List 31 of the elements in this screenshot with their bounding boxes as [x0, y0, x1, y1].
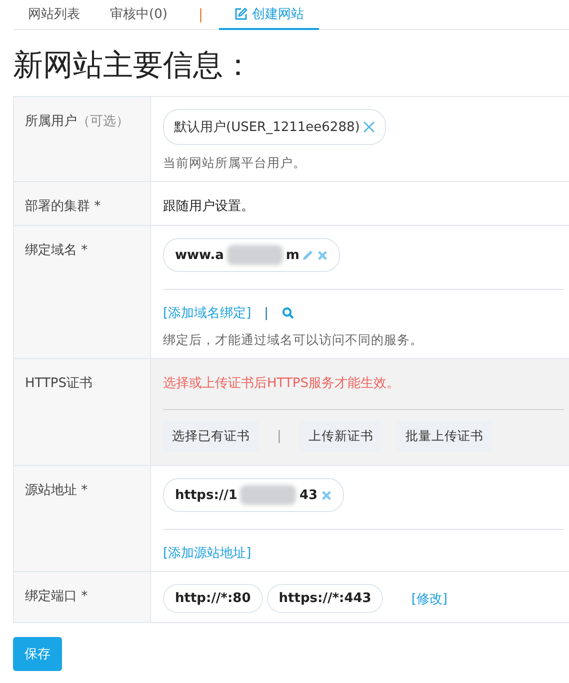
tab-separator: |: [197, 6, 204, 22]
field-value: 跟随用户设置。: [163, 198, 255, 215]
tab[interactable]: 审核中(0): [95, 0, 182, 30]
page-title: 新网站主要信息：: [13, 47, 254, 85]
warning-text: 选择或上传证书后HTTPS服务才能生效。: [163, 375, 401, 392]
optional-hint: （可选）: [77, 114, 129, 129]
label-text: 所属用户: [25, 114, 77, 129]
address-tag: www.a m: [163, 238, 340, 272]
address-tag: https://1 43: [163, 478, 344, 512]
port-tag: https://*:443: [266, 584, 384, 613]
link-separator: |: [264, 306, 269, 320]
remove-icon[interactable]: [362, 121, 375, 133]
label-text: 部署的集群 *: [25, 199, 101, 214]
label-text: 绑定域名 *: [25, 243, 88, 258]
edit-icon: [234, 6, 248, 20]
remove-icon[interactable]: [320, 490, 332, 500]
certificate-button[interactable]: 批量上传证书: [396, 421, 492, 452]
help-text: 绑定后，才能通过域名可以访问不同的服务。: [163, 332, 424, 349]
pencil-icon[interactable]: [302, 249, 314, 261]
label-text: 源站地址 *: [25, 483, 88, 498]
certificate-button[interactable]: 选择已有证书: [163, 421, 259, 452]
remove-icon[interactable]: [317, 250, 328, 260]
port-tag: http://*:80: [163, 584, 263, 613]
label-text: 绑定端口 *: [25, 589, 88, 604]
tab[interactable]: 网站列表: [13, 0, 95, 30]
help-text: 当前网站所属平台用户。: [163, 155, 307, 172]
certificate-button[interactable]: 上传新证书: [299, 421, 382, 452]
search-icon[interactable]: [282, 307, 294, 319]
button-separator: |: [277, 429, 282, 444]
label-text: HTTPS证书: [25, 376, 93, 391]
user-tag: 默认用户(USER_1211ee6288): [163, 109, 386, 145]
